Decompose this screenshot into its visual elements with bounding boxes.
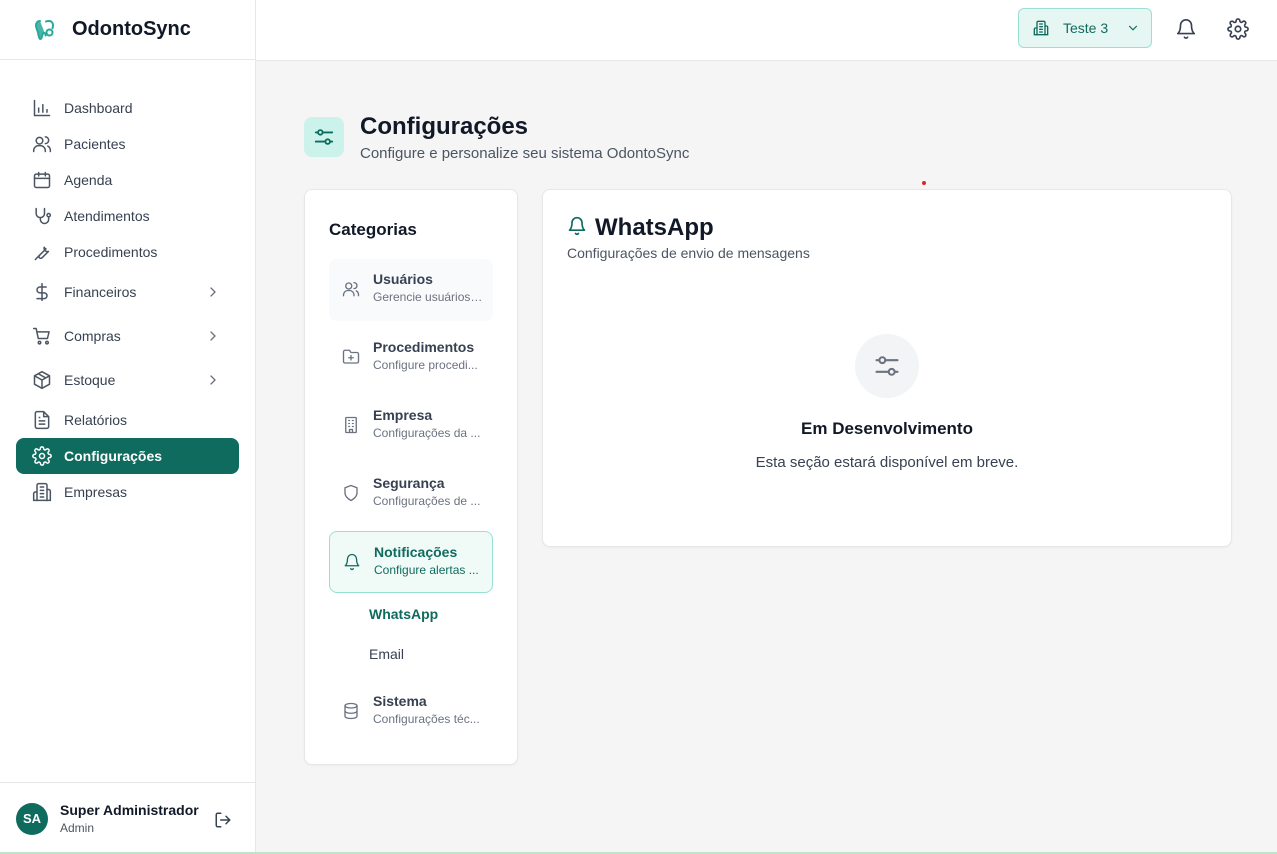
subcategory-email[interactable]: Email xyxy=(369,646,404,662)
empty-state-text: Esta seção estará disponível em breve. xyxy=(755,454,1019,471)
sidebar-item-configuracoes[interactable]: Configurações xyxy=(16,438,239,474)
category-usuarios[interactable]: Usuários Gerencie usuários ... xyxy=(329,259,493,321)
sidebar-item-label: Relatórios xyxy=(64,412,128,428)
sidebar-item-empresas[interactable]: Empresas xyxy=(16,474,239,510)
building-icon xyxy=(32,482,52,502)
folder-plus-icon xyxy=(342,349,360,364)
chevron-down-icon xyxy=(1129,25,1138,31)
chevron-right-icon xyxy=(210,287,216,297)
avatar[interactable]: SA xyxy=(16,802,48,835)
user-info: Super Administrador Admin xyxy=(60,802,199,835)
sidebar-item-agenda[interactable]: Agenda xyxy=(16,162,239,198)
sidebar-item-label: Compras xyxy=(64,328,121,344)
category-description: Configurações téc... xyxy=(373,712,480,726)
sidebar-item-label: Configurações xyxy=(64,448,163,464)
package-icon xyxy=(33,370,51,390)
sidebar-item-label: Dashboard xyxy=(64,100,133,116)
sidebar-item-procedimentos[interactable]: Procedimentos xyxy=(16,234,239,270)
category-procedimentos[interactable]: Procedimentos Configure procedi... xyxy=(329,327,493,389)
bell-icon xyxy=(568,216,586,236)
settings-sliders-icon xyxy=(855,334,919,398)
category-description: Configure procedi... xyxy=(373,358,478,372)
category-label: Segurança xyxy=(373,475,445,491)
empty-state-title: Em Desenvolvimento xyxy=(801,419,973,438)
company-selector[interactable]: Teste 3 xyxy=(1018,8,1152,48)
category-notificacoes[interactable]: Notificações Configure alertas ... xyxy=(329,531,493,593)
database-icon xyxy=(344,702,358,720)
categories-panel: Categorias Usuários Gerencie usuários ..… xyxy=(304,189,518,765)
page-subtitle: Configure e personalize seu sistema Odon… xyxy=(360,145,690,162)
file-text-icon xyxy=(34,410,50,430)
section-title: WhatsApp xyxy=(595,214,714,241)
sidebar-item-estoque[interactable]: Estoque xyxy=(16,358,239,402)
calendar-icon xyxy=(33,171,51,189)
chevron-right-icon xyxy=(210,375,216,385)
sidebar-item-financeiros[interactable]: Financeiros xyxy=(16,270,239,314)
sidebar: OdontoSync Dashboard Pacientes Agenda At… xyxy=(0,0,256,854)
topbar: Teste 3 xyxy=(256,0,1277,61)
gear-icon xyxy=(32,446,52,466)
categories-title: Categorias xyxy=(329,220,417,239)
category-seguranca[interactable]: Segurança Configurações de ... xyxy=(329,463,493,525)
category-label: Notificações xyxy=(374,544,458,560)
bar-chart-icon xyxy=(33,99,51,117)
sidebar-item-atendimentos[interactable]: Atendimentos xyxy=(16,198,239,234)
app-name: OdontoSync xyxy=(72,18,191,40)
sidebar-item-label: Estoque xyxy=(64,372,116,388)
sidebar-item-dashboard[interactable]: Dashboard xyxy=(16,90,239,126)
logout-icon[interactable] xyxy=(214,811,232,829)
red-dot xyxy=(922,181,926,185)
category-description: Configure alertas ... xyxy=(374,563,479,577)
section-subtitle: Configurações de envio de mensagens xyxy=(567,245,810,261)
section-panel: WhatsApp Configurações de envio de mensa… xyxy=(542,189,1232,547)
category-label: Empresa xyxy=(373,407,433,423)
category-description: Configurações da ... xyxy=(373,426,481,440)
category-description: Configurações de ... xyxy=(373,494,481,508)
brand[interactable]: OdontoSync xyxy=(0,0,255,60)
shopping-cart-icon xyxy=(32,327,50,345)
user-role: Admin xyxy=(60,821,95,835)
tooth-logo-icon xyxy=(35,19,54,40)
category-label: Sistema xyxy=(373,693,427,709)
dollar-icon xyxy=(36,282,48,302)
users-icon xyxy=(342,281,360,297)
chevron-right-icon xyxy=(210,331,216,341)
users-icon xyxy=(32,136,52,153)
subcategory-whatsapp[interactable]: WhatsApp xyxy=(369,606,438,622)
settings-sliders-icon xyxy=(304,117,344,157)
sidebar-item-pacientes[interactable]: Pacientes xyxy=(16,126,239,162)
building-icon xyxy=(345,416,357,434)
company-name: Teste 3 xyxy=(1063,20,1109,36)
gear-icon[interactable] xyxy=(1227,18,1249,40)
sidebar-item-label: Agenda xyxy=(64,172,113,188)
sidebar-item-relatorios[interactable]: Relatórios xyxy=(16,402,239,438)
user-panel: SA Super Administrador Admin xyxy=(0,782,255,854)
sidebar-nav: Dashboard Pacientes Agenda Atendimentos … xyxy=(0,60,255,510)
stethoscope-icon xyxy=(35,207,52,225)
building-icon xyxy=(1033,20,1049,36)
sidebar-item-label: Financeiros xyxy=(64,284,137,300)
sidebar-item-compras[interactable]: Compras xyxy=(16,314,239,358)
wrench-icon xyxy=(34,246,50,261)
sidebar-item-label: Pacientes xyxy=(64,136,126,152)
sidebar-item-label: Empresas xyxy=(64,484,128,500)
shield-icon xyxy=(344,484,358,502)
category-label: Usuários xyxy=(373,271,433,287)
category-empresa[interactable]: Empresa Configurações da ... xyxy=(329,395,493,457)
category-description: Gerencie usuários ... xyxy=(373,290,483,304)
sidebar-item-label: Procedimentos xyxy=(64,244,158,260)
category-sistema[interactable]: Sistema Configurações téc... xyxy=(329,681,493,743)
bell-icon xyxy=(344,553,360,571)
sidebar-item-label: Atendimentos xyxy=(64,208,150,224)
user-name: Super Administrador xyxy=(60,802,199,818)
bell-icon[interactable] xyxy=(1175,18,1197,40)
category-label: Procedimentos xyxy=(373,339,475,355)
page-title: Configurações xyxy=(360,113,529,140)
